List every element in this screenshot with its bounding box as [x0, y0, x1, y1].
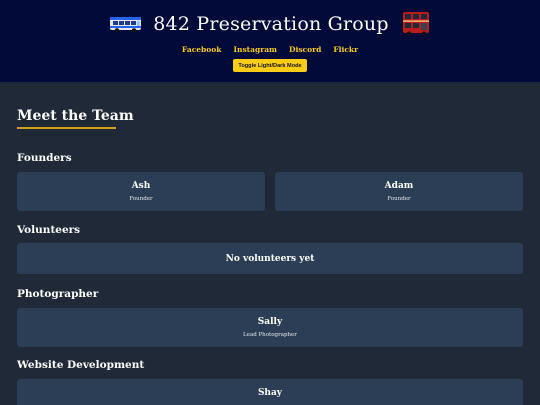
- member-role: Lead Photographer: [243, 332, 297, 338]
- page-title: Meet the Team: [17, 108, 134, 124]
- photographer-heading: Photographer: [17, 288, 99, 300]
- theme-toggle-button[interactable]: Toggle Light/Dark Mode: [233, 59, 307, 72]
- social-links: Facebook Instagram Discord Flickr: [0, 45, 540, 54]
- web-dev-heading: Website Development: [17, 359, 145, 371]
- member-name: Adam: [384, 181, 414, 191]
- heading-underline: [17, 127, 116, 129]
- site-header: 842 Preservation Group Facebook Instagra…: [0, 0, 540, 82]
- founders-heading: Founders: [17, 152, 72, 164]
- volunteers-heading: Volunteers: [17, 224, 81, 236]
- team-card-adam: Adam Founder: [275, 172, 523, 211]
- member-name: Shay: [257, 388, 283, 398]
- member-role: Founder: [129, 196, 153, 202]
- team-card-shay: Shay: [17, 379, 523, 405]
- volunteers-empty-card: No volunteers yet: [17, 243, 523, 274]
- member-role: Founder: [387, 196, 411, 202]
- bus-icon: [110, 17, 142, 33]
- team-card-sally: Sally Lead Photographer: [17, 308, 523, 347]
- brand: 842 Preservation Group: [0, 11, 540, 37]
- flickr-link[interactable]: Flickr: [333, 45, 358, 54]
- double-decker-bus-icon: [402, 12, 429, 37]
- site-title: 842 Preservation Group: [153, 13, 389, 35]
- facebook-link[interactable]: Facebook: [182, 45, 222, 54]
- empty-state-text: No volunteers yet: [225, 253, 315, 264]
- member-name: Ash: [131, 181, 151, 191]
- discord-link[interactable]: Discord: [289, 45, 321, 54]
- team-card-ash: Ash Founder: [17, 172, 265, 211]
- member-name: Sally: [257, 317, 283, 327]
- instagram-link[interactable]: Instagram: [233, 45, 277, 54]
